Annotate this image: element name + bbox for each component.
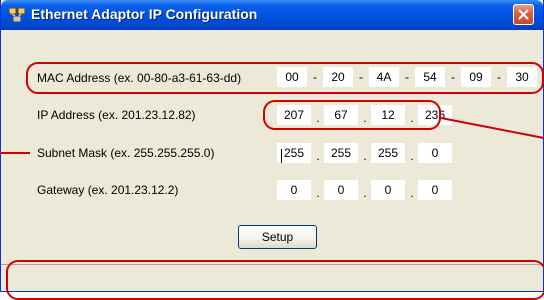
mac-octet-1[interactable]: 00: [277, 67, 307, 87]
ip-address-label: IP Address (ex. 201.23.12.82): [37, 108, 196, 122]
ip-octet-1[interactable]: 207: [277, 105, 311, 125]
gateway-octet-2[interactable]: 0: [324, 180, 358, 200]
status-bar: [1, 264, 543, 291]
mac-octet-4[interactable]: 54: [415, 67, 445, 87]
subnet-dot: .: [363, 149, 367, 163]
close-icon: [518, 9, 529, 20]
subnet-dot: .: [410, 149, 414, 163]
title-bar[interactable]: Ethernet Adaptor IP Configuration: [1, 0, 543, 30]
mac-octet-3[interactable]: 4A: [369, 67, 399, 87]
ip-dot: .: [316, 111, 320, 125]
window-title: Ethernet Adaptor IP Configuration: [31, 6, 258, 22]
subnet-octet-4[interactable]: 0: [418, 143, 452, 163]
mac-octet-5[interactable]: 09: [461, 67, 491, 87]
network-app-icon: [9, 8, 25, 22]
mac-separator: -: [497, 70, 501, 84]
subnet-octet-2[interactable]: 255: [324, 143, 358, 163]
ip-dot: .: [410, 111, 414, 125]
mac-separator: -: [451, 70, 455, 84]
config-window: Ethernet Adaptor IP Configuration MAC Ad…: [0, 0, 544, 292]
mac-separator: -: [405, 70, 409, 84]
mac-address-label: MAC Address (ex. 00-80-a3-61-63-dd): [37, 71, 242, 85]
subnet-dot: .: [316, 149, 320, 163]
setup-button[interactable]: Setup: [238, 225, 317, 249]
text-caret: [281, 149, 282, 163]
mac-separator: -: [313, 70, 317, 84]
gateway-label: Gateway (ex. 201.23.12.2): [37, 183, 179, 197]
mac-octet-2[interactable]: 20: [323, 67, 353, 87]
subnet-mask-label: Subnet Mask (ex. 255.255.255.0): [37, 146, 215, 160]
subnet-octet-1[interactable]: 255: [277, 143, 311, 163]
gateway-dot: .: [363, 186, 367, 200]
mac-octet-6[interactable]: 30: [507, 67, 537, 87]
close-button[interactable]: [513, 4, 534, 25]
gateway-octet-3[interactable]: 0: [371, 180, 405, 200]
ip-octet-4[interactable]: 236: [418, 105, 452, 125]
ip-octet-2[interactable]: 67: [324, 105, 358, 125]
gateway-dot: .: [316, 186, 320, 200]
gateway-octet-4[interactable]: 0: [418, 180, 452, 200]
ip-dot: .: [363, 111, 367, 125]
mac-separator: -: [359, 70, 363, 84]
gateway-dot: .: [410, 186, 414, 200]
subnet-octet-3[interactable]: 255: [371, 143, 405, 163]
gateway-octet-1[interactable]: 0: [277, 180, 311, 200]
ip-octet-3[interactable]: 12: [371, 105, 405, 125]
